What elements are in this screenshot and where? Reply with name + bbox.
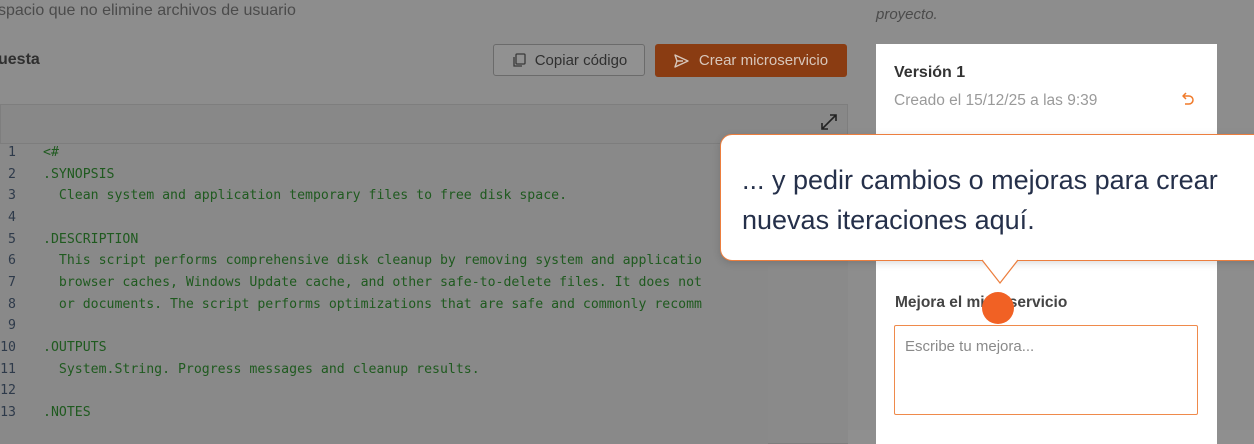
- improve-input[interactable]: [894, 325, 1198, 415]
- code-text: .NOTES: [43, 404, 91, 420]
- send-icon: [674, 53, 690, 69]
- code-text: or documents. The script performs optimi…: [43, 296, 702, 312]
- code-line: 2 .SYNOPSIS: [0, 167, 768, 189]
- callout-pointer: [982, 259, 1018, 284]
- code-line: 9: [0, 318, 768, 340]
- code-text: <#: [43, 145, 59, 160]
- line-number: 9: [8, 318, 16, 334]
- line-number: 5: [8, 231, 16, 247]
- line-number: 3: [8, 188, 16, 204]
- line-number: 10: [0, 339, 16, 355]
- line-number: 13: [0, 404, 16, 420]
- section-title: uesta: [0, 51, 40, 68]
- line-number: 7: [8, 274, 16, 290]
- code-line: 13 .NOTES: [0, 405, 768, 427]
- line-number: 1: [8, 145, 16, 160]
- code-text: System.String. Progress messages and cle…: [43, 361, 480, 377]
- version-title: Versión 1: [894, 64, 966, 81]
- tour-hotspot[interactable]: [982, 292, 1014, 324]
- project-note: proyecto.: [876, 6, 938, 23]
- expand-icon[interactable]: [820, 113, 838, 131]
- code-text: .OUTPUTS: [43, 339, 107, 355]
- code-editor[interactable]: 1 <# 2 .SYNOPSIS 3 Clean system and applicat…: [0, 143, 768, 444]
- code-text: browser caches, Windows Update cache, an…: [43, 274, 702, 290]
- code-line: 1 <#: [0, 145, 768, 167]
- code-line: 8 or documents. The script performs opti…: [0, 297, 768, 319]
- code-line: 11 System.String. Progress messages and …: [0, 362, 768, 384]
- copy-code-button[interactable]: Copiar código: [493, 44, 645, 76]
- code-line: 5 .DESCRIPTION: [0, 232, 768, 254]
- code-line: 3 Clean system and application temporary…: [0, 188, 768, 210]
- line-number: 2: [8, 166, 16, 182]
- line-number: 12: [0, 383, 16, 399]
- line-number: 6: [8, 253, 16, 269]
- line-number: 4: [8, 209, 16, 225]
- tooltip-text: ... y pedir cambios o mejoras para crear…: [742, 165, 1218, 235]
- create-microservice-button[interactable]: Crear microservicio: [655, 44, 847, 77]
- code-text: Clean system and application temporary f…: [43, 188, 568, 204]
- version-date: Creado el 15/12/25 a las 9:39: [894, 92, 1098, 109]
- copy-icon: [511, 52, 527, 68]
- undo-icon[interactable]: [1179, 92, 1196, 109]
- code-line: 10 .OUTPUTS: [0, 340, 768, 362]
- code-text: .SYNOPSIS: [43, 166, 115, 182]
- line-number: 8: [8, 296, 16, 312]
- code-line: 4: [0, 210, 768, 232]
- code-line: 6 This script performs comprehensive dis…: [0, 253, 768, 275]
- code-text: .DESCRIPTION: [43, 231, 139, 247]
- code-text: This script performs comprehensive disk …: [43, 253, 702, 269]
- copy-code-label: Copiar código: [534, 51, 628, 69]
- code-line: 12: [0, 383, 768, 405]
- project-description: spacio que no elimine archivos de usuari…: [0, 2, 296, 19]
- create-microservice-label: Crear microservicio: [698, 52, 829, 69]
- code-line: 7 browser caches, Windows Update cache, …: [0, 275, 768, 297]
- line-number: 11: [0, 361, 16, 377]
